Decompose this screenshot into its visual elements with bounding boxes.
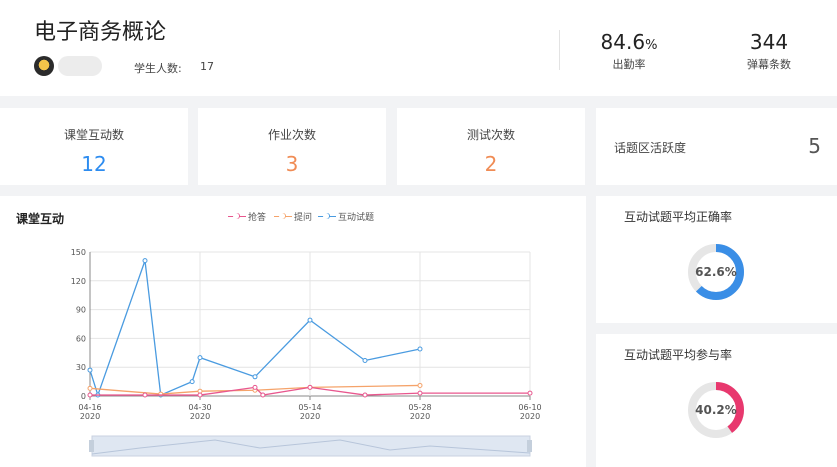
series-point <box>142 392 148 398</box>
series-point <box>252 374 258 380</box>
x-tick-year: 2020 <box>410 412 430 421</box>
accuracy-card: 互动试题平均正确率 62.6% <box>596 196 837 323</box>
danmaku-stat: 344 弹幕条数 <box>709 30 829 72</box>
y-tick-label: 150 <box>71 248 86 257</box>
accuracy-donut: 62.6% <box>688 244 744 300</box>
x-tick-date: 04-30 <box>188 403 211 412</box>
interaction-count-card[interactable]: 课堂互动数 12 <box>0 108 188 185</box>
line-chart: 030609012015004-16202004-30202005-142020… <box>71 248 542 457</box>
series-point <box>197 392 203 398</box>
test-count-label: 测试次数 <box>466 128 515 142</box>
x-tick-date: 05-14 <box>298 403 321 412</box>
series-point <box>362 392 368 398</box>
series-point <box>527 390 533 396</box>
y-tick-label: 90 <box>76 306 86 315</box>
series-point <box>362 357 368 363</box>
danmaku-value: 344 <box>749 30 789 54</box>
attendance-stat: 84.6% 出勤率 <box>569 30 689 72</box>
x-tick-date: 04-16 <box>78 403 101 412</box>
zoom-slider[interactable] <box>89 435 532 457</box>
teacher-name-blurred <box>58 56 102 76</box>
accuracy-donut-label: 62.6% <box>695 265 737 279</box>
x-tick-year: 2020 <box>80 412 100 421</box>
x-tick-date: 05-28 <box>408 403 431 412</box>
series-point <box>417 346 423 352</box>
attendance-value: 84.6 <box>600 30 646 54</box>
series-point <box>87 392 93 398</box>
topic-activity-label: 话题区活跃度 <box>614 141 687 155</box>
interaction-count-label: 课堂互动数 <box>63 128 124 142</box>
series-point <box>417 390 423 396</box>
attendance-label: 出勤率 <box>612 58 646 71</box>
topic-activity-card[interactable]: 话题区活跃度 5 <box>596 108 837 185</box>
series-point <box>142 258 148 264</box>
attendance-unit: % <box>645 38 658 53</box>
course-header: 电子商务概论 学生人数: 17 84.6% 出勤率 344 弹幕条数 <box>0 0 837 96</box>
homework-count-value: 3 <box>285 152 299 176</box>
participation-donut: 40.2% <box>688 382 744 438</box>
x-tick-year: 2020 <box>300 412 320 421</box>
homework-count-card[interactable]: 作业次数 3 <box>198 108 386 185</box>
homework-count-label: 作业次数 <box>267 128 316 142</box>
series-point <box>307 384 313 390</box>
header-divider <box>559 30 560 70</box>
zoom-handle-left[interactable] <box>89 440 94 452</box>
students-count: 17 <box>200 60 214 73</box>
chart-grid <box>89 251 531 397</box>
course-title: 电子商务概论 <box>34 20 167 45</box>
x-tick-date: 06-10 <box>518 403 541 412</box>
y-tick-label: 120 <box>71 277 86 286</box>
test-count-value: 2 <box>484 152 498 176</box>
x-tick-year: 2020 <box>520 412 540 421</box>
y-tick-label: 60 <box>76 334 86 343</box>
test-count-card[interactable]: 测试次数 2 <box>397 108 585 185</box>
x-tick-year: 2020 <box>190 412 210 421</box>
interaction-count-value: 12 <box>81 152 107 176</box>
zoom-handle-right[interactable] <box>527 440 532 452</box>
y-tick-label: 30 <box>76 363 86 372</box>
series-point <box>87 385 93 391</box>
students-label: 学生人数: <box>134 62 182 75</box>
series-point <box>417 382 423 388</box>
y-tick-label: 0 <box>81 392 86 401</box>
series-point <box>197 355 203 361</box>
participation-card: 互动试题平均参与率 40.2% <box>596 334 837 467</box>
series-point <box>260 392 266 398</box>
series-point <box>189 379 195 385</box>
series-point <box>307 317 313 323</box>
participation-donut-label: 40.2% <box>695 403 737 417</box>
series-point <box>87 367 93 373</box>
series-point <box>252 384 258 390</box>
topic-activity-value: 5 <box>808 134 821 158</box>
teacher-avatar[interactable] <box>34 56 54 76</box>
class-interaction-chart-card: 课堂互动 抢答 提问 互动试题 0 30 60 90 120 150 04-16 2020 04… <box>0 196 586 467</box>
danmaku-label: 弹幕条数 <box>747 58 791 71</box>
